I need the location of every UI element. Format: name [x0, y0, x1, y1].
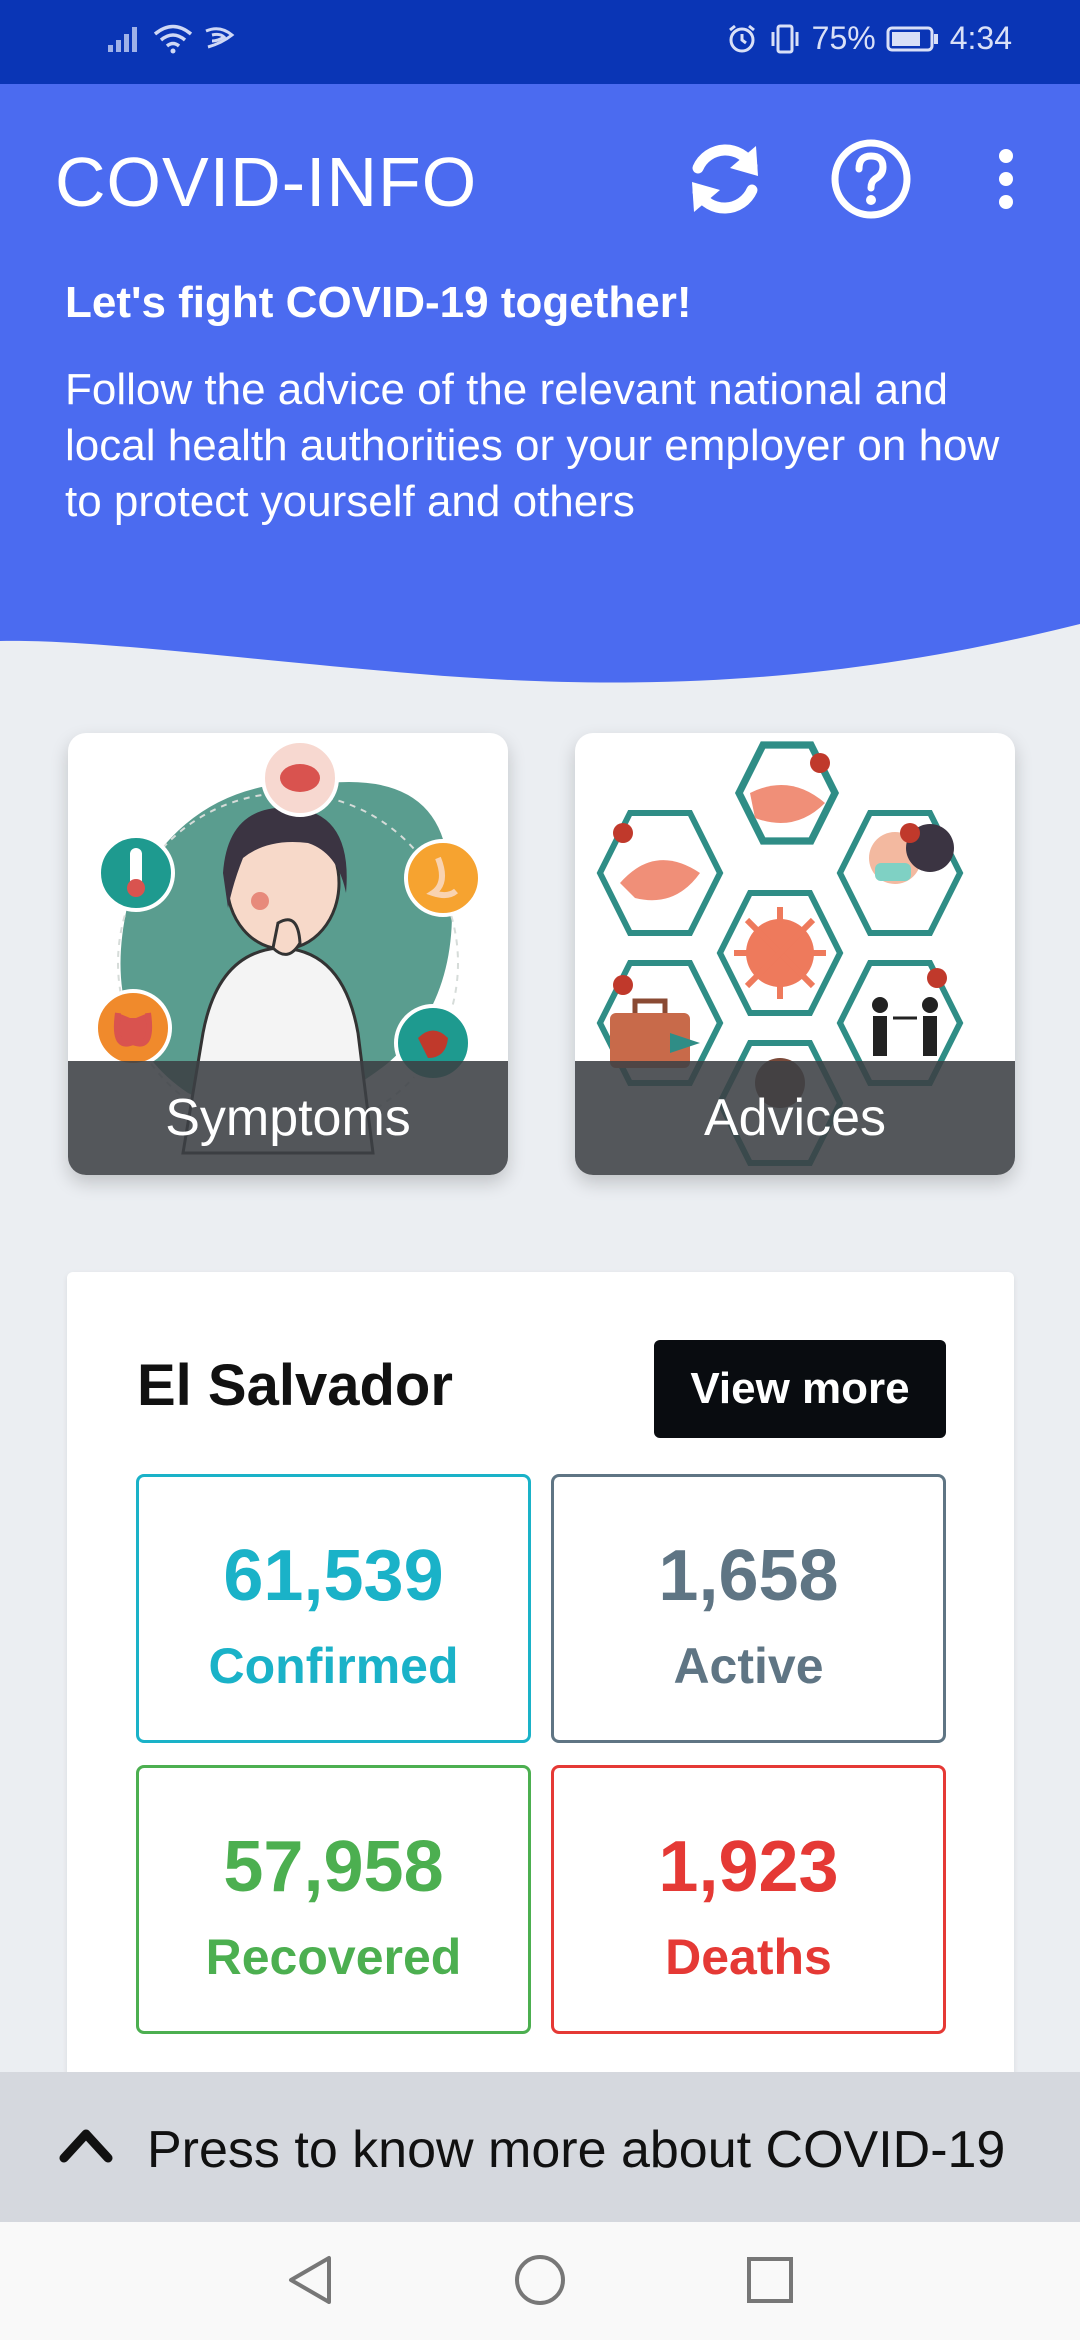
alarm-icon — [728, 24, 755, 52]
status-left — [106, 22, 238, 54]
chevron-up-icon — [59, 2129, 113, 2163]
view-more-button[interactable]: View more — [654, 1340, 946, 1438]
confirmed-value: 61,539 — [223, 1536, 444, 1616]
confirmed-label: Confirmed — [208, 1638, 459, 1694]
symptoms-label: Symptoms — [68, 1061, 508, 1175]
back-icon[interactable] — [283, 2252, 339, 2308]
active-label: Active — [673, 1638, 824, 1694]
clock: 4:34 — [949, 20, 1012, 56]
app-title: COVID-INFO — [55, 143, 478, 221]
deaths-label: Deaths — [665, 1929, 832, 1985]
more-vert-icon[interactable] — [986, 136, 1026, 222]
advices-card[interactable]: Advices — [575, 733, 1015, 1175]
stats-panel: El Salvador View more 61,539 Confirmed 1… — [67, 1272, 1014, 2092]
active-stat: 1,658 Active — [551, 1474, 946, 1743]
navigation-bar — [0, 2222, 1080, 2340]
wifi-icon — [153, 24, 193, 54]
deaths-stat: 1,923 Deaths — [551, 1765, 946, 2034]
recovered-value: 57,958 — [223, 1827, 444, 1907]
header: COVID-INFO Let's fight COVID-19 together… — [0, 84, 1080, 704]
battery-percent: 75% — [811, 20, 876, 56]
advices-label: Advices — [575, 1061, 1015, 1175]
nfc-icon — [205, 27, 235, 49]
bottom-sheet-toggle[interactable]: Press to know more about COVID-19 — [0, 2072, 1080, 2222]
recents-icon[interactable] — [742, 2252, 798, 2308]
bottom-sheet-text: Press to know more about COVID-19 — [147, 2121, 1006, 2179]
recovered-stat: 57,958 Recovered — [136, 1765, 531, 2034]
tagline: Let's fight COVID-19 together! — [65, 278, 692, 327]
symptoms-card[interactable]: Symptoms — [68, 733, 508, 1175]
signal-icon — [108, 27, 137, 52]
refresh-icon[interactable] — [682, 136, 768, 222]
country-name: El Salvador — [137, 1353, 453, 1418]
deaths-value: 1,923 — [658, 1827, 839, 1907]
battery-icon — [886, 26, 938, 51]
help-icon[interactable] — [828, 136, 914, 222]
status-bar: 75% 4:34 — [0, 0, 1080, 84]
recovered-label: Recovered — [205, 1929, 462, 1985]
confirmed-stat: 61,539 Confirmed — [136, 1474, 531, 1743]
vibrate-icon — [771, 24, 799, 53]
intro-text: Follow the advice of the relevant nation… — [65, 365, 1000, 526]
status-right: 75% 4:34 — [726, 20, 1012, 57]
active-value: 1,658 — [658, 1536, 839, 1616]
home-icon[interactable] — [512, 2252, 568, 2308]
